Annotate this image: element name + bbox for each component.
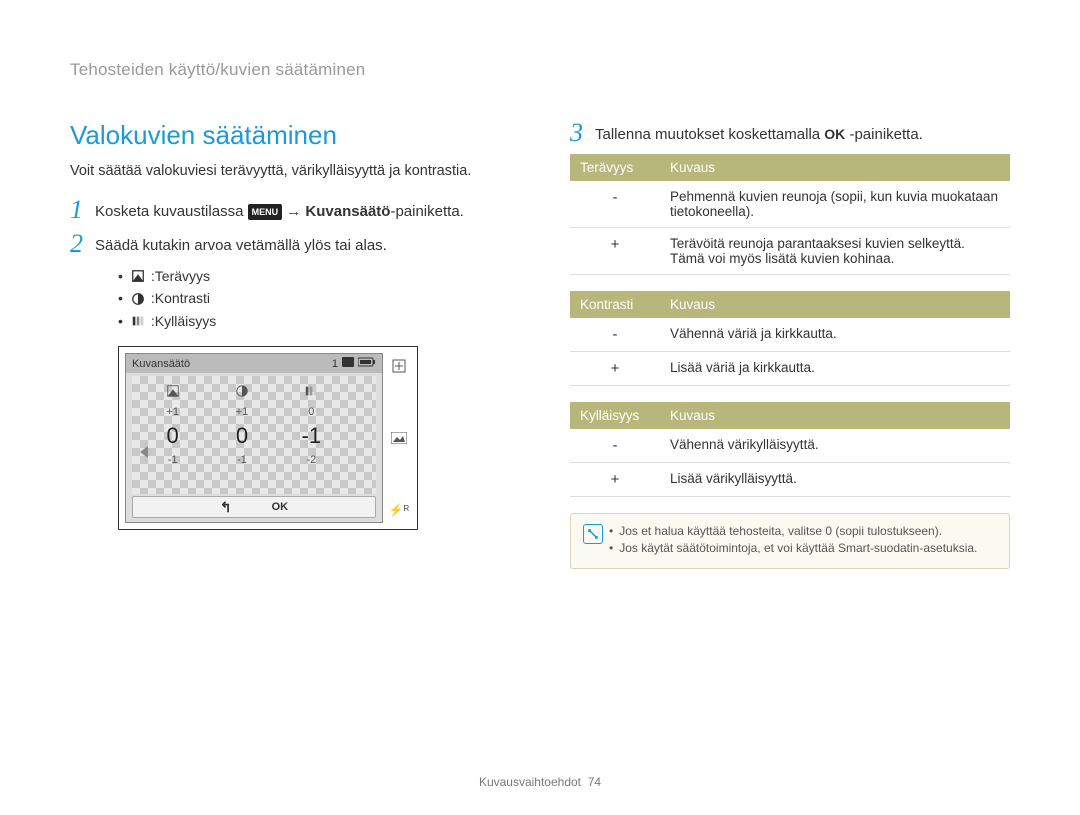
page-title: Valokuvien säätäminen [70,120,510,151]
step-3: 3 Tallenna muutokset koskettamalla OK -p… [570,120,1010,146]
grid-contrast-icon [235,384,249,401]
picture-icon [391,432,407,447]
device-screenshot: Kuvansäätö 1 [118,346,418,530]
saturation-table: Kylläisyys Kuvaus - Vähennä värikylläisy… [570,402,1010,497]
page-footer: Kuvausvaihtoehdot 74 [0,775,1080,789]
contrast-table: Kontrasti Kuvaus - Vähennä väriä ja kirk… [570,291,1010,386]
table-row: + Lisää värikylläisyyttä. [570,463,1010,497]
flash-auto-icon: ⚡ᴿ [389,503,409,517]
right-column: 3 Tallenna muutokset koskettamalla OK -p… [570,120,1010,569]
intro-text: Voit säätää valokuviesi terävyyttä, väri… [70,163,510,179]
th-saturation: Kylläisyys [570,402,660,429]
ok-label-icon: OK [824,125,845,145]
lcd-header-num: 1 [332,358,338,370]
sublist-contrast: • : Kontrasti [118,287,510,309]
th-contrast: Kontrasti [570,291,660,318]
table-row: - Pehmennä kuvien reunoja (sopii, kun ku… [570,181,1010,228]
exposure-plus-icon [392,359,406,376]
table-row: + Terävöitä reunoja parantaaksesi kuvien… [570,228,1010,275]
table-row: - Vähennä väriä ja kirkkautta. [570,318,1010,352]
step-2-number: 2 [70,231,83,257]
step-1: 1 Kosketa kuvaustilassa MENU → Kuvansäät… [70,197,510,223]
step-1-number: 1 [70,197,83,223]
adjust-sublist: • : Terävyys • : Kontrasti • : Kylläisyy… [118,265,510,332]
sublist-saturation: • : Kylläisyys [118,310,510,332]
th-desc-2: Kuvaus [660,291,1010,318]
note-icon [583,524,603,544]
sharpness-icon [131,269,145,283]
step-1-text: Kosketa kuvaustilassa MENU → Kuvansäätö-… [95,197,464,222]
th-sharpness: Terävyys [570,154,660,181]
device-side-icons: ⚡ᴿ [383,353,411,523]
grid-saturation-icon [304,384,318,401]
table-row: + Lisää väriä ja kirkkautta. [570,352,1010,386]
contrast-icon [131,292,145,306]
step-3-number: 3 [570,120,583,146]
step-2-text: Säädä kutakin arvoa vetämällä ylös tai a… [95,231,387,256]
step-3-text: Tallenna muutokset koskettamalla OK -pai… [595,120,923,145]
note-item: •Jos käytät säätötoimintoja, et voi käyt… [609,541,977,555]
lcd-back-button[interactable]: ↰ [220,499,232,516]
left-column: Valokuvien säätäminen Voit säätää valoku… [70,120,510,569]
note-item: •Jos et halua käyttää tehosteita, valits… [609,524,977,538]
menu-chip-icon: MENU [248,204,283,221]
note-box: •Jos et halua käyttää tehosteita, valits… [570,513,1010,569]
sharpness-table: Terävyys Kuvaus - Pehmennä kuvien reunoj… [570,154,1010,275]
memory-icon [342,357,354,370]
th-desc-3: Kuvaus [660,402,1010,429]
saturation-icon [131,314,145,328]
grid-sharpness-icon [166,384,180,401]
lcd-title: Kuvansäätö [132,358,190,370]
table-row: - Vähennä värikylläisyyttä. [570,429,1010,463]
battery-icon [358,357,376,370]
adjust-grid: +1 +1 0 0 0 -1 -1 -1 -2 [138,382,346,488]
th-desc-1: Kuvaus [660,154,1010,181]
breadcrumb: Tehosteiden käyttö/kuvien säätäminen [70,60,1010,80]
sublist-sharpness: • : Terävyys [118,265,510,287]
step-2: 2 Säädä kutakin arvoa vetämällä ylös tai… [70,231,510,257]
lcd-ok-button[interactable]: OK [272,501,289,513]
